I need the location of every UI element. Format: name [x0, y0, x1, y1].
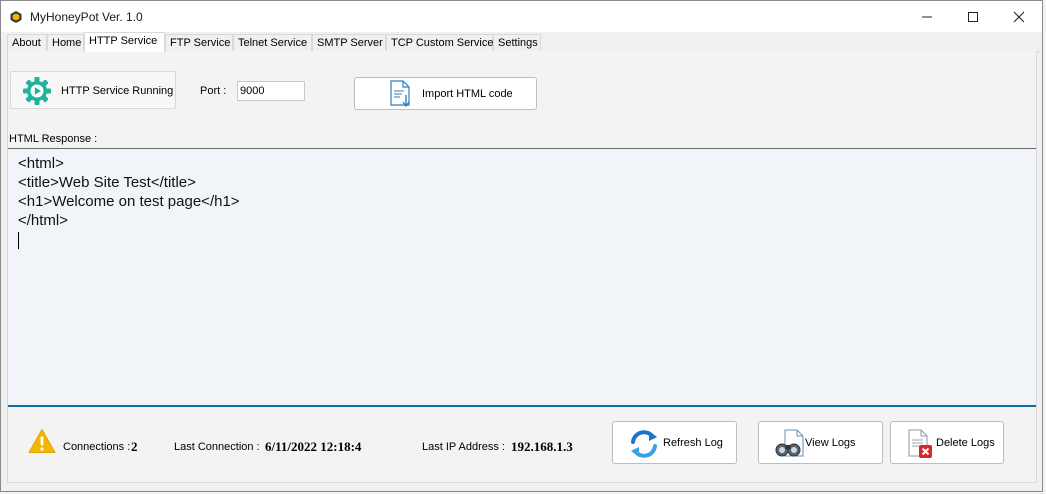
html-response-label: HTML Response :	[9, 133, 98, 145]
maximize-button[interactable]	[950, 1, 996, 32]
connections-label: Connections :	[63, 441, 131, 453]
binoculars-document-icon	[775, 429, 804, 457]
view-logs-label: View Logs	[805, 437, 856, 449]
tab-strip: About Home HTTP Service FTP Service Teln…	[7, 32, 1040, 52]
last-ip-value: 192.168.1.3	[511, 439, 573, 454]
document-import-icon	[390, 80, 410, 108]
tab-smtp-server[interactable]: SMTP Server	[312, 34, 386, 51]
minimize-icon	[922, 16, 932, 18]
port-label: Port :	[200, 85, 227, 97]
code-line: <title>Web Site Test</title>	[18, 174, 196, 191]
import-html-label: Import HTML code	[422, 88, 513, 100]
delete-logs-label: Delete Logs	[936, 437, 995, 449]
honeypot-icon	[10, 11, 22, 23]
gear-play-icon	[23, 77, 51, 105]
service-status-label: HTTP Service Running	[61, 85, 174, 97]
last-ip-label: Last IP Address :	[422, 441, 505, 453]
port-input[interactable]	[237, 81, 305, 101]
delete-document-icon	[908, 429, 932, 458]
service-status-button[interactable]: HTTP Service Running	[10, 71, 176, 109]
warning-icon	[28, 429, 56, 453]
last-connection-value: 6/11/2022 12:18:4	[265, 439, 362, 454]
code-line: <h1>Welcome on test page</h1>	[18, 193, 240, 210]
close-icon	[1013, 11, 1025, 23]
tab-ftp-service[interactable]: FTP Service	[165, 34, 233, 51]
tab-tcp-custom-service[interactable]: TCP Custom Service	[386, 34, 494, 51]
window-title: MyHoneyPot Ver. 1.0	[30, 10, 143, 24]
status-bar: Connections : 2 Last Connection : 6/11/2…	[8, 405, 1036, 482]
app-window: MyHoneyPot Ver. 1.0 About Home HTTP Serv…	[0, 0, 1043, 492]
http-service-panel: HTTP Service Running Port : Import HTML …	[7, 51, 1037, 483]
minimize-button[interactable]	[904, 1, 950, 32]
refresh-log-label: Refresh Log	[663, 437, 723, 449]
delete-logs-button[interactable]: Delete Logs	[890, 421, 1004, 464]
tab-telnet-service[interactable]: Telnet Service	[233, 34, 312, 51]
text-caret	[18, 231, 19, 249]
title-bar[interactable]: MyHoneyPot Ver. 1.0	[1, 1, 1042, 32]
view-logs-button[interactable]: View Logs	[758, 421, 883, 464]
refresh-icon	[631, 430, 657, 458]
tab-settings[interactable]: Settings	[493, 34, 541, 51]
connections-value: 2	[131, 439, 138, 454]
tab-http-service[interactable]: HTTP Service	[84, 32, 165, 52]
last-connection-label: Last Connection :	[174, 441, 260, 453]
html-response-editor[interactable]: <html> <title>Web Site Test</title> <h1>…	[8, 148, 1036, 405]
tab-home[interactable]: Home	[47, 34, 84, 51]
tab-about[interactable]: About	[7, 34, 47, 51]
maximize-icon	[968, 12, 978, 22]
code-line: <html>	[18, 155, 64, 172]
code-line: </html>	[18, 212, 69, 229]
text-caret-line	[18, 230, 1026, 249]
close-button[interactable]	[996, 1, 1042, 32]
refresh-log-button[interactable]: Refresh Log	[612, 421, 737, 464]
import-html-button[interactable]: Import HTML code	[354, 77, 537, 110]
